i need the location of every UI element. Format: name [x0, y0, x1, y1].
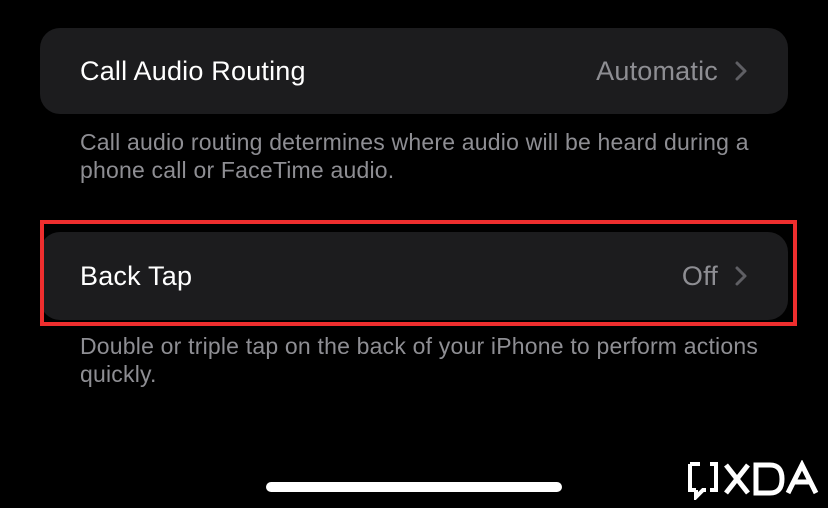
- home-indicator[interactable]: [266, 482, 562, 492]
- highlight-annotation-box: [40, 220, 797, 326]
- xda-watermark-logo: [686, 459, 822, 502]
- back-tap-footer: Double or triple tap on the back of your…: [80, 333, 759, 387]
- call-audio-routing-row[interactable]: Call Audio Routing Automatic: [40, 28, 788, 114]
- call-audio-routing-value: Automatic: [596, 55, 718, 86]
- call-audio-routing-label: Call Audio Routing: [80, 55, 306, 86]
- chevron-right-icon: [734, 60, 748, 82]
- call-audio-routing-footer: Call audio routing determines where audi…: [80, 129, 749, 183]
